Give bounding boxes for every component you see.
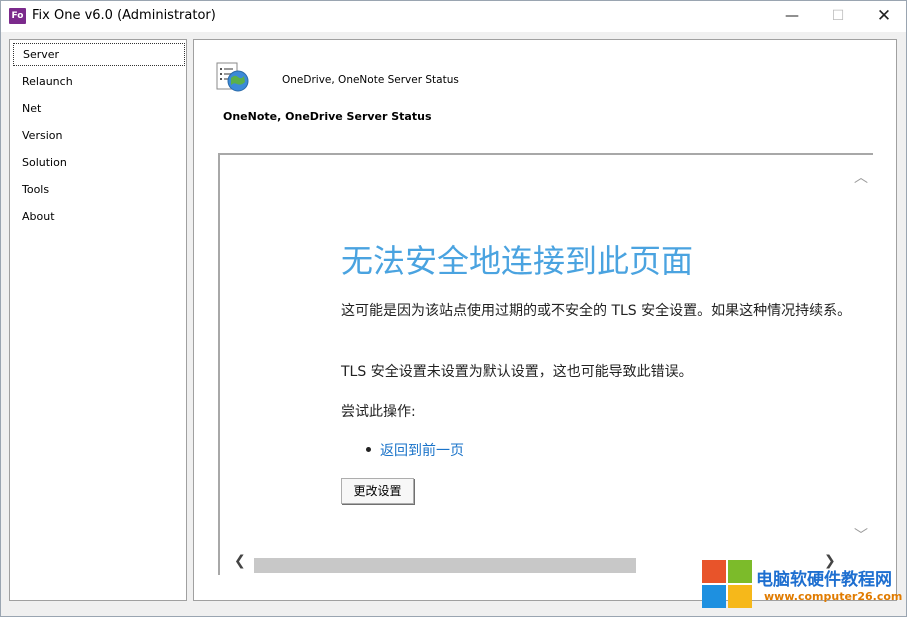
sidebar-item-version[interactable]: Version <box>13 124 185 147</box>
windows-logo-icon <box>702 560 754 610</box>
error-heading: 无法安全地连接到此页面 <box>341 242 694 280</box>
watermark-title: 电脑软硬件教程网 <box>756 570 892 590</box>
embedded-browser[interactable]: ︿ 无法安全地连接到此页面 这可能是因为该站点使用过期的或不安全的 TLS 安全… <box>218 153 873 575</box>
section-title: OneNote, OneDrive Server Status <box>223 110 432 123</box>
scroll-left-icon[interactable]: ❮ <box>234 553 246 569</box>
minimize-button[interactable]: — <box>769 1 815 32</box>
close-button[interactable]: ✕ <box>861 1 907 32</box>
error-paragraph-2: TLS 安全设置未设置为默认设置，这也可能导致此错误。 <box>341 364 693 380</box>
error-paragraph-1: 这可能是因为该站点使用过期的或不安全的 TLS 安全设置。如果这种情况持续系。 <box>341 303 852 319</box>
scroll-up-icon[interactable]: ︿ <box>854 167 868 187</box>
title-bar[interactable]: Fo Fix One v6.0 (Administrator) — ☐ ✕ <box>1 1 906 32</box>
error-paragraph-3: 尝试此操作: <box>341 404 416 420</box>
logo-tile <box>702 585 726 608</box>
logo-tile <box>702 560 726 583</box>
app-window: Fo Fix One v6.0 (Administrator) — ☐ ✕ Se… <box>0 0 907 617</box>
watermark-url: www.computer26.com <box>764 590 903 603</box>
header-label: OneDrive, OneNote Server Status <box>282 74 459 86</box>
app-icon: Fo <box>9 8 26 24</box>
watermark: 电脑软硬件教程网 www.computer26.com <box>702 560 902 612</box>
sidebar-item-solution[interactable]: Solution <box>13 151 185 174</box>
main-panel: OneDrive, OneNote Server Status OneNote,… <box>193 39 897 601</box>
sidebar-item-relaunch[interactable]: Relaunch <box>13 70 185 93</box>
sidebar-item-net[interactable]: Net <box>13 97 185 120</box>
window-title: Fix One v6.0 (Administrator) <box>32 8 216 23</box>
maximize-button[interactable]: ☐ <box>815 1 861 32</box>
scroll-down-icon[interactable]: ﹀ <box>854 525 868 545</box>
sidebar-item-server[interactable]: Server <box>13 43 185 66</box>
logo-tile <box>728 585 752 608</box>
change-settings-button[interactable]: 更改设置 <box>341 478 414 504</box>
sidebar-item-about[interactable]: About <box>13 205 185 228</box>
logo-tile <box>728 560 752 583</box>
globe-document-icon <box>216 62 249 92</box>
sidebar-nav: Server Relaunch Net Version Solution Too… <box>9 39 187 601</box>
horizontal-scrollbar-thumb[interactable] <box>254 558 636 573</box>
bullet-icon <box>366 447 371 452</box>
sidebar-item-tools[interactable]: Tools <box>13 178 185 201</box>
go-back-link[interactable]: 返回到前一页 <box>380 440 464 460</box>
